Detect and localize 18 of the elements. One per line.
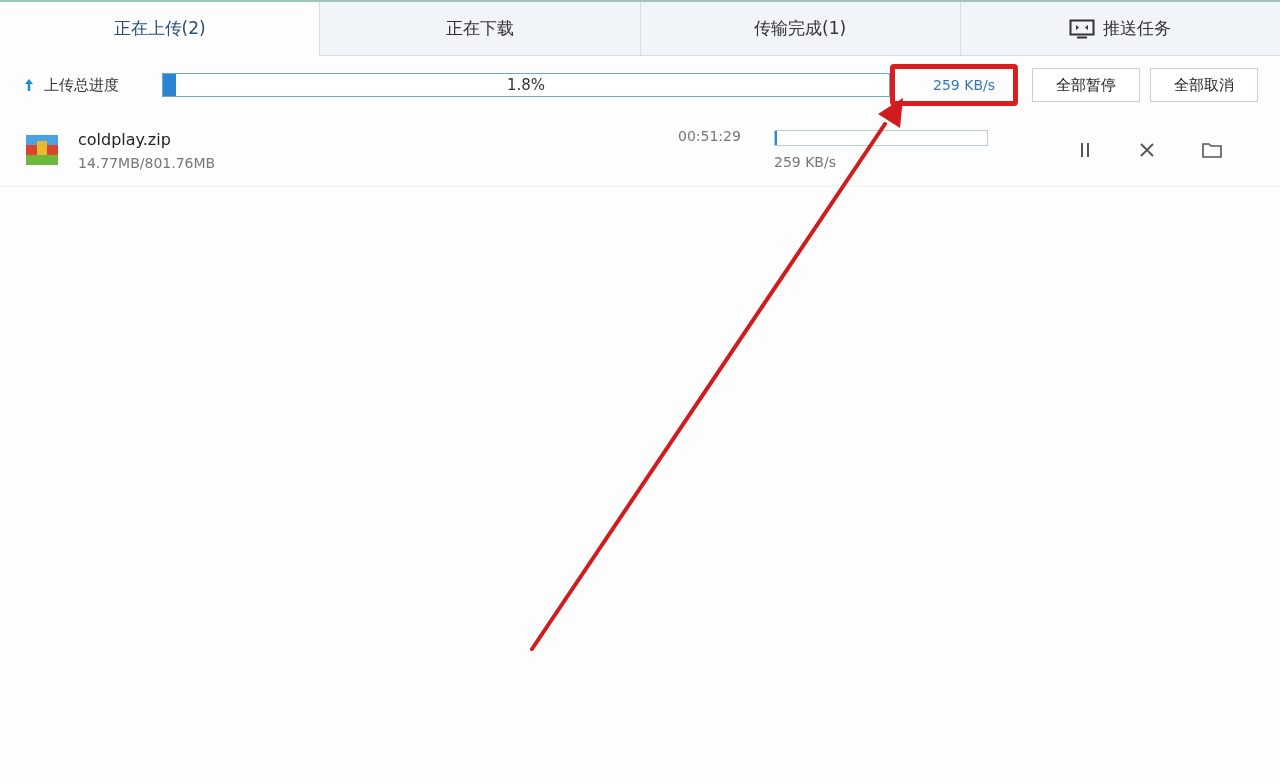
action-button[interactable]: 全部暂停 xyxy=(1032,68,1140,102)
file-name: coldplay.zip xyxy=(78,129,172,149)
pause-icon[interactable] xyxy=(1078,142,1092,158)
close-icon[interactable] xyxy=(1140,143,1154,157)
file-speed: 259 KB/s xyxy=(774,154,837,170)
monitor-icon xyxy=(1069,18,1096,39)
total-speed: 259 KB/s xyxy=(933,77,995,93)
archive-file-icon xyxy=(26,135,58,165)
tab[interactable]: 正在下载 xyxy=(319,2,640,56)
remaining-time: 00:51:29 xyxy=(678,128,742,144)
progress-percent: 1.8% xyxy=(506,76,546,94)
action-button[interactable]: 全部取消 xyxy=(1150,68,1258,102)
total-progress-label: 上传总进度 xyxy=(44,75,120,95)
tab[interactable]: 推送任务 xyxy=(959,2,1280,56)
up-arrow-icon xyxy=(24,78,34,92)
folder-icon[interactable] xyxy=(1202,142,1222,158)
file-size: 14.77MB/801.76MB xyxy=(78,154,217,171)
tab[interactable]: 传输完成(1) xyxy=(639,2,960,56)
